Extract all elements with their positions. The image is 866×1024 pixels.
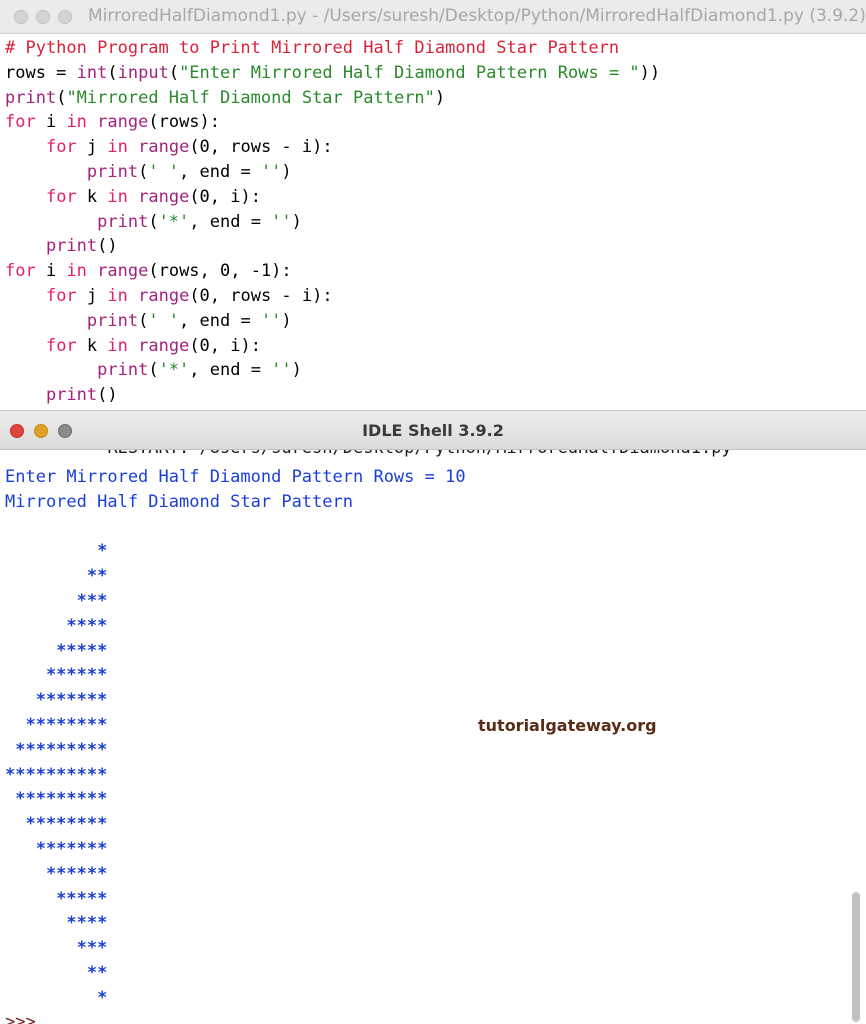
star-row: ******** xyxy=(5,714,108,735)
code-line: for j in range(0, rows - i): xyxy=(45,137,333,158)
code-line: for k in range(0, i): xyxy=(45,335,261,356)
window-controls xyxy=(14,10,72,24)
star-row: ****** xyxy=(5,863,108,884)
code-line: print() xyxy=(45,385,118,406)
code-line: for k in range(0, i): xyxy=(45,186,261,207)
star-row: ********** xyxy=(5,764,108,785)
star-row: ****** xyxy=(5,665,108,686)
star-row: ** xyxy=(5,566,108,587)
shell-output[interactable]: ========= RESTART: /Users/suresh/Desktop… xyxy=(0,450,866,1024)
star-row: ***** xyxy=(5,640,108,661)
code-line: print("Mirrored Half Diamond Star Patter… xyxy=(5,87,446,108)
code-line: for i in range(rows, 0, -1): xyxy=(5,261,292,282)
watermark-text: tutorialgateway.org xyxy=(478,716,657,735)
restart-line: ========= RESTART: /Users/suresh/Desktop… xyxy=(0,450,866,461)
prompt-line: Enter Mirrored Half Diamond Pattern Rows… xyxy=(5,467,466,487)
star-row: *** xyxy=(5,938,108,959)
heading-line: Mirrored Half Diamond Star Pattern xyxy=(5,491,353,512)
code-line: # Python Program to Print Mirrored Half … xyxy=(5,38,620,58)
editor-window-title: MirroredHalfDiamond1.py - /Users/suresh/… xyxy=(88,6,866,26)
shell-window-titlebar[interactable]: IDLE Shell 3.9.2 xyxy=(0,410,866,450)
minimize-button[interactable] xyxy=(36,10,50,24)
close-button[interactable] xyxy=(14,10,28,24)
zoom-button[interactable] xyxy=(58,10,72,24)
star-row: **** xyxy=(5,615,108,636)
star-row: ******* xyxy=(5,838,108,859)
star-row: * xyxy=(5,541,108,562)
code-editor[interactable]: # Python Program to Print Mirrored Half … xyxy=(0,36,866,410)
code-line: print('*', end = '') xyxy=(97,360,302,381)
star-pattern: * ** *** **** ***** ****** ******* *****… xyxy=(0,539,866,1010)
star-row: *** xyxy=(5,590,108,611)
code-line: print(' ', end = '') xyxy=(86,310,292,331)
star-row: ********* xyxy=(5,739,108,760)
star-row: **** xyxy=(5,913,108,934)
code-line: for i in range(rows): xyxy=(5,112,221,133)
code-line: print() xyxy=(45,236,118,257)
code-line: print(' ', end = '') xyxy=(86,161,292,182)
editor-window-titlebar[interactable]: MirroredHalfDiamond1.py - /Users/suresh/… xyxy=(0,0,866,34)
shell-prompt-marker[interactable]: >>> xyxy=(0,1011,866,1024)
star-row: ******* xyxy=(5,690,108,711)
star-row: ***** xyxy=(5,888,108,909)
code-line: for j in range(0, rows - i): xyxy=(45,285,333,306)
shell-scrollbar[interactable] xyxy=(852,892,860,1022)
star-row: ** xyxy=(5,962,108,983)
shell-window-title: IDLE Shell 3.9.2 xyxy=(362,421,504,440)
star-row: ********* xyxy=(5,789,108,810)
code-line: print('*', end = '') xyxy=(97,211,302,232)
star-row: ******** xyxy=(5,814,108,835)
star-row: * xyxy=(5,987,108,1008)
code-line: rows = int(input("Enter Mirrored Half Di… xyxy=(5,62,661,83)
